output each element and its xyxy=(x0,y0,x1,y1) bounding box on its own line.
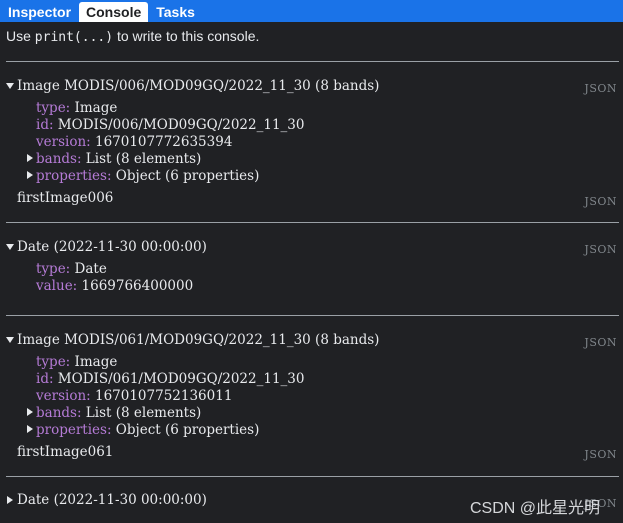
prop-line: type: Image xyxy=(36,100,118,116)
prop-line: type: Image xyxy=(36,354,118,370)
entry-header[interactable]: Date (2022-11-30 00:00:00) xyxy=(17,239,207,255)
expand-arrow-icon[interactable] xyxy=(27,408,33,416)
prop-line: version: 1670107752136011 xyxy=(36,388,233,404)
separator xyxy=(6,222,619,223)
watermark: CSDN @此星光明 xyxy=(470,500,601,517)
entry-header[interactable]: Date (2022-11-30 00:00:00) xyxy=(17,492,207,508)
separator xyxy=(6,476,619,477)
prop-line: type: Date xyxy=(36,261,107,277)
entry-header[interactable]: Image MODIS/006/MOD09GQ/2022_11_30 (8 ba… xyxy=(17,78,379,94)
prop-line: value: 1669766400000 xyxy=(36,278,194,294)
prop-line-properties[interactable]: properties: Object (6 properties) xyxy=(36,422,259,438)
json-button[interactable]: JSON xyxy=(584,243,617,256)
tab-inspector[interactable]: Inspector xyxy=(1,2,78,22)
tab-console[interactable]: Console xyxy=(79,2,149,22)
tab-bar: Inspector Console Tasks xyxy=(0,0,623,22)
collapse-arrow-icon[interactable] xyxy=(6,83,14,89)
print-label: firstImage006 xyxy=(17,190,114,206)
prop-line: version: 1670107772635394 xyxy=(36,134,233,150)
prop-line-bands[interactable]: bands: List (8 elements) xyxy=(36,405,201,421)
prop-line-bands[interactable]: bands: List (8 elements) xyxy=(36,151,201,167)
expand-arrow-icon[interactable] xyxy=(27,154,33,162)
expand-arrow-icon[interactable] xyxy=(27,425,33,433)
separator xyxy=(6,61,619,62)
collapse-arrow-icon[interactable] xyxy=(6,337,14,343)
json-button[interactable]: JSON xyxy=(584,448,617,461)
prop-line: id: MODIS/006/MOD09GQ/2022_11_30 xyxy=(36,117,305,133)
collapse-arrow-icon[interactable] xyxy=(6,244,14,250)
json-button[interactable]: JSON xyxy=(584,82,617,95)
tab-tasks[interactable]: Tasks xyxy=(149,2,202,22)
expand-arrow-icon[interactable] xyxy=(7,496,13,504)
prop-line: id: MODIS/061/MOD09GQ/2022_11_30 xyxy=(36,371,305,387)
separator xyxy=(6,315,619,316)
console-hint: Use print(...) to write to this console. xyxy=(6,28,260,45)
print-label: firstImage061 xyxy=(17,444,114,460)
expand-arrow-icon[interactable] xyxy=(27,171,33,179)
prop-line-properties[interactable]: properties: Object (6 properties) xyxy=(36,168,259,184)
entry-header[interactable]: Image MODIS/061/MOD09GQ/2022_11_30 (8 ba… xyxy=(17,332,379,348)
json-button[interactable]: JSON xyxy=(584,195,617,208)
json-button[interactable]: JSON xyxy=(584,336,617,349)
